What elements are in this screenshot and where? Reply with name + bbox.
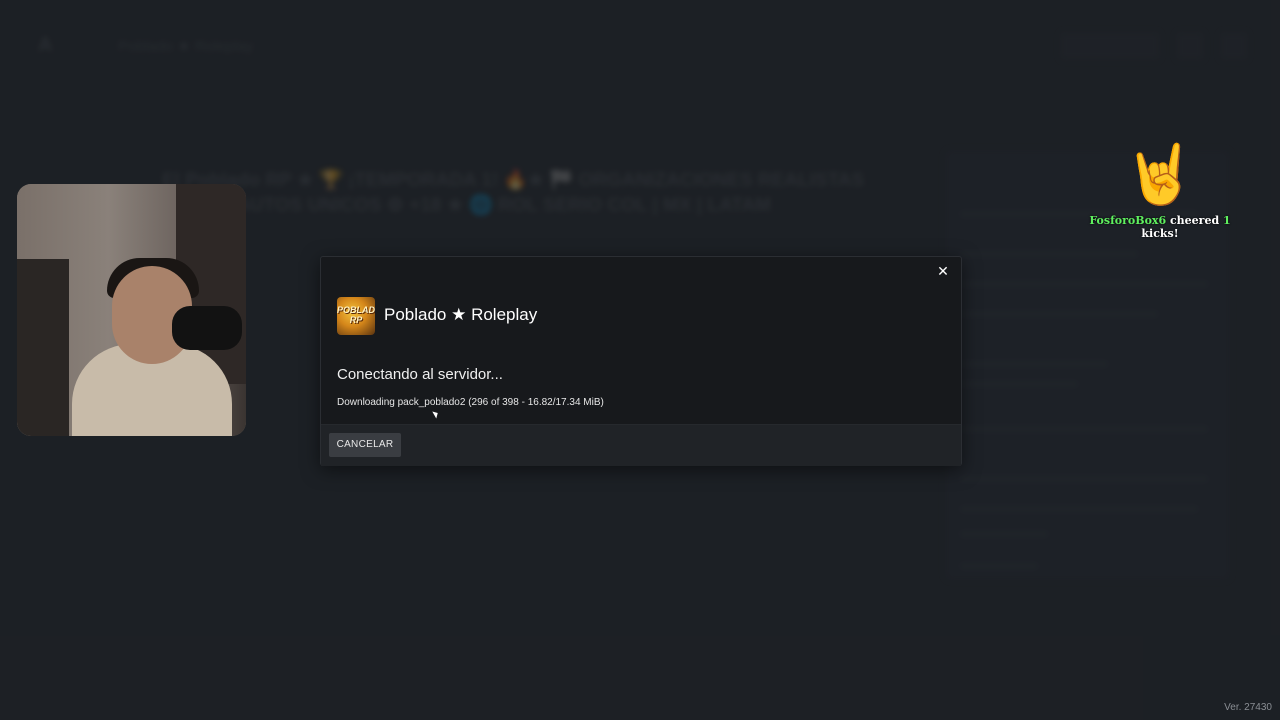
- connection-status: Conectando al servidor...: [337, 366, 503, 383]
- server-icon: POBLADO RP: [337, 297, 375, 335]
- webcam-overlay: [17, 184, 246, 436]
- cheer-verb: cheered: [1169, 214, 1220, 227]
- cheer-username: FosforoBox6: [1089, 214, 1167, 227]
- cheer-unit: kicks!: [1141, 227, 1179, 240]
- microphone: [172, 306, 242, 350]
- download-progress: Downloading pack_poblado2 (296 of 398 - …: [337, 397, 604, 408]
- cheer-alert-text: FosforoBox6 cheered 1 kicks!: [1085, 214, 1235, 240]
- close-icon[interactable]: ✕: [933, 261, 953, 281]
- cheer-alert: 🤘 FosforoBox6 cheered 1 kicks!: [1085, 136, 1235, 240]
- connecting-dialog: ✕ POBLADO RP Poblado ★ Roleplay Conectan…: [320, 256, 962, 466]
- dialog-footer: CANCELAR: [321, 424, 961, 466]
- version-label: Ver. 27430: [1224, 702, 1272, 713]
- rock-hand-icon: 🤘: [1123, 142, 1197, 207]
- dialog-server-name: Poblado ★ Roleplay: [384, 305, 538, 324]
- server-icon-text: POBLADO RP: [337, 305, 375, 325]
- cancel-button[interactable]: CANCELAR: [329, 433, 401, 457]
- cheer-count: 1: [1223, 214, 1231, 227]
